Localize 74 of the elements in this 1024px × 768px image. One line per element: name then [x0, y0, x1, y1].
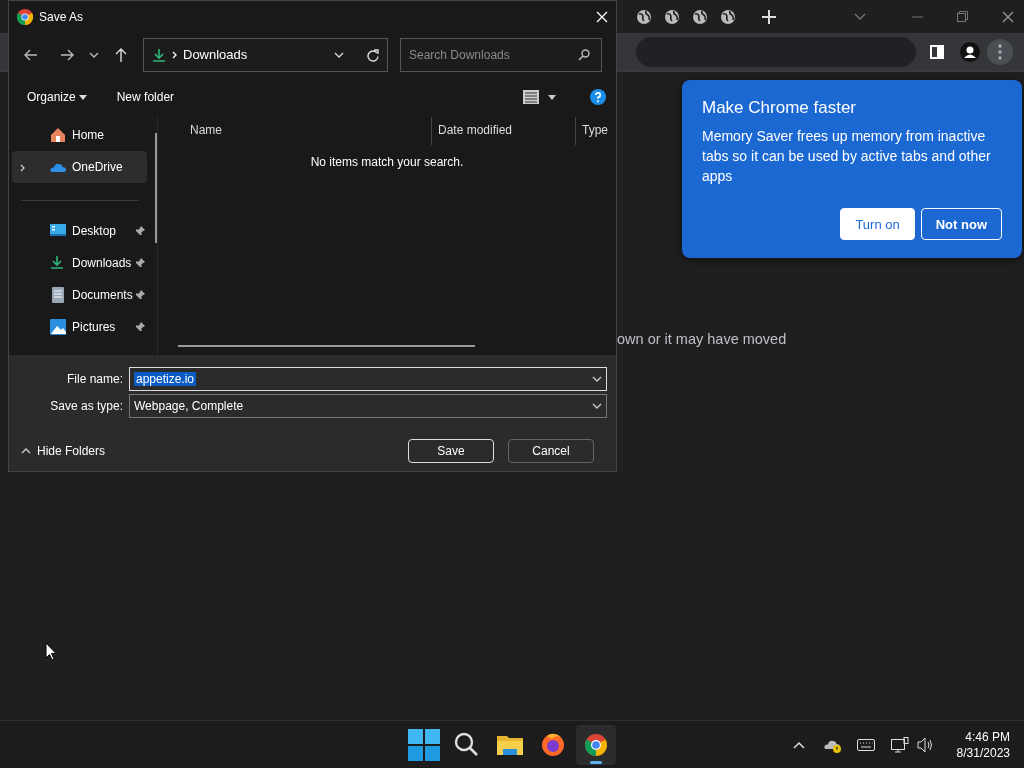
sidebar-item[interactable]: Desktop	[12, 215, 147, 247]
column-header[interactable]: Date modified	[432, 117, 576, 145]
downloads-icon	[50, 255, 66, 271]
hide-folders-button[interactable]: Hide Folders	[9, 438, 114, 464]
bubble-title: Make Chrome faster	[702, 98, 857, 119]
scrollbar[interactable]	[178, 345, 475, 347]
column-header[interactable]: Name	[158, 117, 432, 145]
new-folder-button[interactable]: New folder	[108, 84, 183, 110]
clock-date: 8/31/2023	[956, 744, 1010, 761]
chrome-icon	[17, 9, 33, 25]
help-icon[interactable]	[590, 89, 606, 105]
download-icon	[152, 48, 166, 62]
pin-icon[interactable]	[135, 226, 145, 236]
turn-on-button[interactable]: Turn on	[840, 208, 915, 241]
caret-icon[interactable]	[548, 94, 556, 100]
up-icon[interactable]	[113, 47, 129, 63]
scrollbar[interactable]	[155, 133, 157, 243]
save-button[interactable]: Save	[408, 439, 494, 463]
mouse-cursor-icon	[45, 642, 57, 661]
field-label: Save as type:	[49, 398, 124, 415]
forward-icon[interactable]	[59, 47, 75, 63]
documents-icon	[50, 287, 66, 303]
sidebar-item[interactable]: OneDrive	[12, 151, 147, 183]
chevron-right-icon[interactable]	[20, 163, 25, 172]
cancel-button[interactable]: Cancel	[508, 439, 594, 463]
organize-button[interactable]: Organize	[19, 84, 95, 110]
back-icon[interactable]	[23, 47, 39, 63]
globe-icon[interactable]	[636, 8, 652, 25]
network-icon[interactable]	[890, 736, 909, 753]
chevron-icon[interactable]	[89, 52, 99, 58]
chevron-up-icon	[21, 448, 31, 454]
sidebar-item[interactable]: Documents	[12, 279, 147, 311]
sidebar-item[interactable]: Pictures	[12, 311, 147, 343]
desktop-icon	[50, 223, 66, 239]
caret-icon	[78, 95, 87, 101]
profile-icon[interactable]	[960, 42, 980, 62]
sidebar-item[interactable]: Downloads	[12, 247, 147, 279]
globe-icon[interactable]	[720, 8, 736, 25]
side-panel-icon[interactable]	[930, 45, 944, 59]
file-name-field[interactable]: appetize.io	[129, 367, 607, 391]
globe-icon[interactable]	[692, 8, 708, 25]
search-icon[interactable]	[578, 49, 590, 61]
save-type-dropdown[interactable]: Webpage, Complete	[129, 394, 607, 418]
keyboard-icon[interactable]	[856, 738, 875, 751]
chevron-right-icon	[172, 51, 177, 59]
close-icon[interactable]	[1002, 10, 1014, 23]
restore-icon[interactable]	[957, 11, 968, 22]
chevron-up-icon[interactable]	[791, 739, 806, 750]
new-tab-icon[interactable]	[762, 9, 776, 24]
bubble-text: Memory Saver frees up memory from inactive tabs so it can be used by active tabs and other apps	[702, 127, 992, 187]
address-field[interactable]: Downloads	[143, 38, 388, 72]
menu-icon[interactable]	[987, 39, 1013, 65]
search-field[interactable]: Search Downloads	[400, 38, 602, 72]
clock-time: 4:46 PM	[964, 728, 1010, 745]
page-message: own or it may have moved	[617, 330, 787, 349]
dismiss-button[interactable]: Not now	[920, 208, 1002, 241]
empty-message: No items match your search.	[309, 154, 465, 171]
dialog-title: Save As	[39, 9, 85, 26]
pin-icon[interactable]	[135, 290, 145, 300]
globe-icon[interactable]	[664, 8, 680, 25]
chevron-icon[interactable]	[592, 376, 602, 382]
pictures-icon	[50, 319, 66, 335]
pin-icon[interactable]	[135, 322, 145, 332]
refresh-icon[interactable]	[366, 48, 379, 62]
column-header[interactable]: Type	[576, 117, 616, 145]
location-text: Downloads	[183, 46, 249, 65]
chevron-icon[interactable]	[592, 403, 602, 409]
clock[interactable]: 4:46 PM 8/31/2023	[956, 728, 1010, 761]
sidebar-item[interactable]: Home	[12, 119, 147, 151]
volume-icon[interactable]	[916, 736, 933, 753]
taskbar-chrome-icon[interactable]	[576, 724, 616, 765]
home-icon	[50, 127, 66, 143]
pin-icon[interactable]	[135, 258, 145, 268]
field-label: File name:	[65, 371, 124, 388]
